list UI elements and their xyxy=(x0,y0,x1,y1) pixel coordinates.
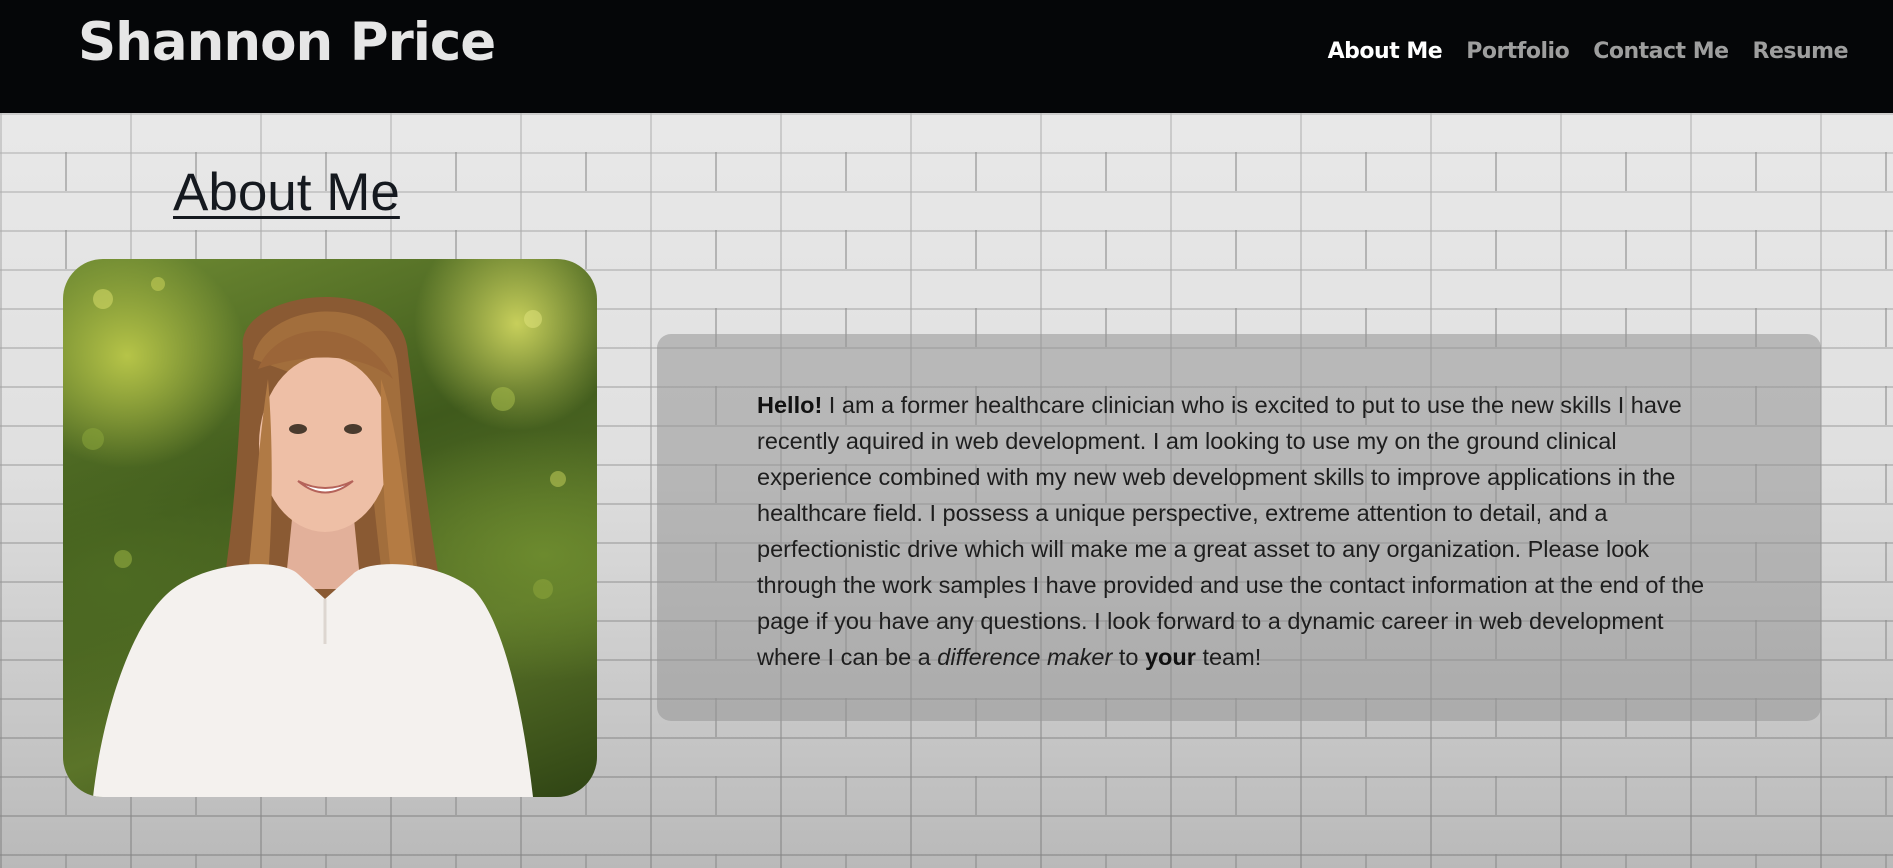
nav-link-about-me[interactable]: About Me xyxy=(1328,41,1443,63)
about-me-heading: About Me xyxy=(173,163,400,222)
bio-body: I am a former healthcare clinician who i… xyxy=(757,392,1705,670)
nav-link-contact-me[interactable]: Contact Me xyxy=(1593,41,1729,63)
bio-text: Hello! I am a former healthcare clinicia… xyxy=(757,387,1711,675)
nav-link-resume[interactable]: Resume xyxy=(1753,41,1849,63)
main-nav: About Me Portfolio Contact Me Resume xyxy=(1328,41,1849,63)
bio-strong: your xyxy=(1144,644,1196,670)
site-brand[interactable]: Shannon Price xyxy=(78,16,496,69)
bio-ending: team! xyxy=(1195,644,1262,670)
profile-photo xyxy=(63,259,597,797)
bio-greeting: Hello! xyxy=(757,392,823,418)
page: Shannon Price About Me Portfolio Contact… xyxy=(0,0,1893,868)
bio-emphasis: difference maker xyxy=(937,644,1113,670)
bio-panel: Hello! I am a former healthcare clinicia… xyxy=(657,334,1821,721)
bio-connector: to xyxy=(1112,644,1145,670)
site-header: Shannon Price About Me Portfolio Contact… xyxy=(0,0,1893,113)
nav-link-portfolio[interactable]: Portfolio xyxy=(1466,41,1570,63)
portrait-illustration xyxy=(82,277,566,797)
